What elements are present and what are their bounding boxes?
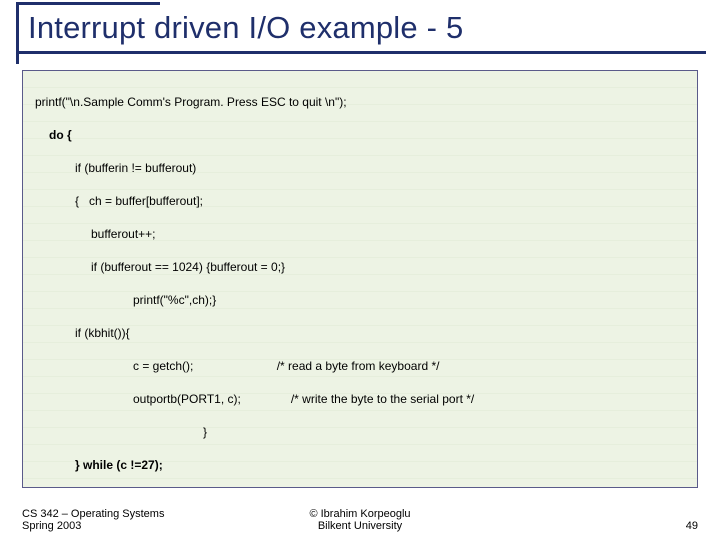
title-accent-left [16, 2, 19, 64]
code-line: bufferout++; [31, 226, 689, 243]
code-line: printf("\n.Sample Comm's Program. Press … [31, 94, 689, 111]
code-line: } [31, 424, 689, 441]
code-line: c = getch(); /* read a byte from keyboar… [31, 358, 689, 375]
title-underline [16, 51, 706, 54]
slide: Interrupt driven I/O example - 5 printf(… [0, 0, 720, 540]
code-line: if (bufferin != bufferout) [31, 160, 689, 177]
code-line: outportb(PORT1, c); /* write the byte to… [31, 391, 689, 408]
code-line: do { [31, 127, 689, 144]
code-block: printf("\n.Sample Comm's Program. Press … [22, 70, 698, 488]
copyright: © Ibrahim Korpeoglu [22, 508, 698, 520]
code-line: { ch = buffer[bufferout]; [31, 193, 689, 210]
title-accent-top [16, 2, 160, 5]
code-line: if (bufferout == 1024) {bufferout = 0;} [31, 259, 689, 276]
institution: Bilkent University [22, 520, 698, 532]
footer-center: © Ibrahim Korpeoglu Bilkent University [22, 508, 698, 532]
title-block: Interrupt driven I/O example - 5 [0, 0, 720, 52]
code-line: printf("%c",ch);} [31, 292, 689, 309]
code-line: } while (c !=27); [31, 457, 689, 474]
page-title: Interrupt driven I/O example - 5 [28, 10, 720, 46]
code-line: if (kbhit()){ [31, 325, 689, 342]
footer: CS 342 – Operating Systems Spring 2003 ©… [22, 508, 698, 532]
